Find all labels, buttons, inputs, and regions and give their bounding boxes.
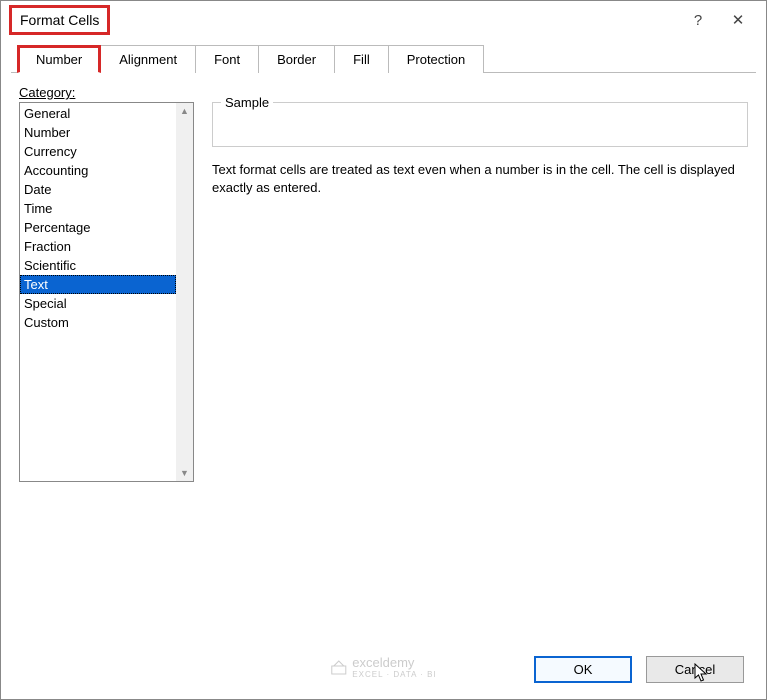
tabs-row: Number Alignment Font Border Fill Protec… xyxy=(11,45,756,73)
watermark-brand: exceldemy xyxy=(352,655,436,670)
watermark-sub: EXCEL · DATA · BI xyxy=(352,670,436,679)
scroll-up-icon[interactable]: ▲ xyxy=(180,103,189,119)
content-area: Category: General Number Currency Accoun… xyxy=(1,73,766,482)
sample-box: Sample xyxy=(212,95,748,147)
category-item-number[interactable]: Number xyxy=(20,123,176,142)
tab-protection[interactable]: Protection xyxy=(389,45,485,73)
scroll-down-icon[interactable]: ▼ xyxy=(180,465,189,481)
category-item-scientific[interactable]: Scientific xyxy=(20,256,176,275)
category-item-currency[interactable]: Currency xyxy=(20,142,176,161)
category-items: General Number Currency Accounting Date … xyxy=(20,103,176,481)
category-item-special[interactable]: Special xyxy=(20,294,176,313)
details-column: Sample Text format cells are treated as … xyxy=(212,85,748,482)
titlebar: Format Cells ? ✕ xyxy=(1,1,766,39)
dialog-footer: OK Cancel xyxy=(534,656,744,683)
category-item-time[interactable]: Time xyxy=(20,199,176,218)
category-column: Category: General Number Currency Accoun… xyxy=(19,85,194,482)
tab-font[interactable]: Font xyxy=(196,45,259,73)
tab-fill[interactable]: Fill xyxy=(335,45,389,73)
window-title: Format Cells xyxy=(9,5,110,35)
sample-legend: Sample xyxy=(221,95,273,110)
tab-alignment[interactable]: Alignment xyxy=(101,45,196,73)
category-item-general[interactable]: General xyxy=(20,104,176,123)
category-listbox[interactable]: General Number Currency Accounting Date … xyxy=(19,102,194,482)
category-item-custom[interactable]: Custom xyxy=(20,313,176,332)
help-button[interactable]: ? xyxy=(678,5,718,35)
close-button[interactable]: ✕ xyxy=(718,5,758,35)
watermark: exceldemy EXCEL · DATA · BI xyxy=(330,655,436,679)
ok-button[interactable]: OK xyxy=(534,656,632,683)
category-item-fraction[interactable]: Fraction xyxy=(20,237,176,256)
category-item-percentage[interactable]: Percentage xyxy=(20,218,176,237)
watermark-icon xyxy=(330,659,346,675)
listbox-scrollbar[interactable]: ▲ ▼ xyxy=(176,103,193,481)
category-item-date[interactable]: Date xyxy=(20,180,176,199)
category-item-text[interactable]: Text xyxy=(20,275,176,294)
tab-border[interactable]: Border xyxy=(259,45,335,73)
tab-number[interactable]: Number xyxy=(17,45,101,73)
category-label: Category: xyxy=(19,85,194,100)
format-description: Text format cells are treated as text ev… xyxy=(212,161,748,197)
category-item-accounting[interactable]: Accounting xyxy=(20,161,176,180)
cancel-button[interactable]: Cancel xyxy=(646,656,744,683)
